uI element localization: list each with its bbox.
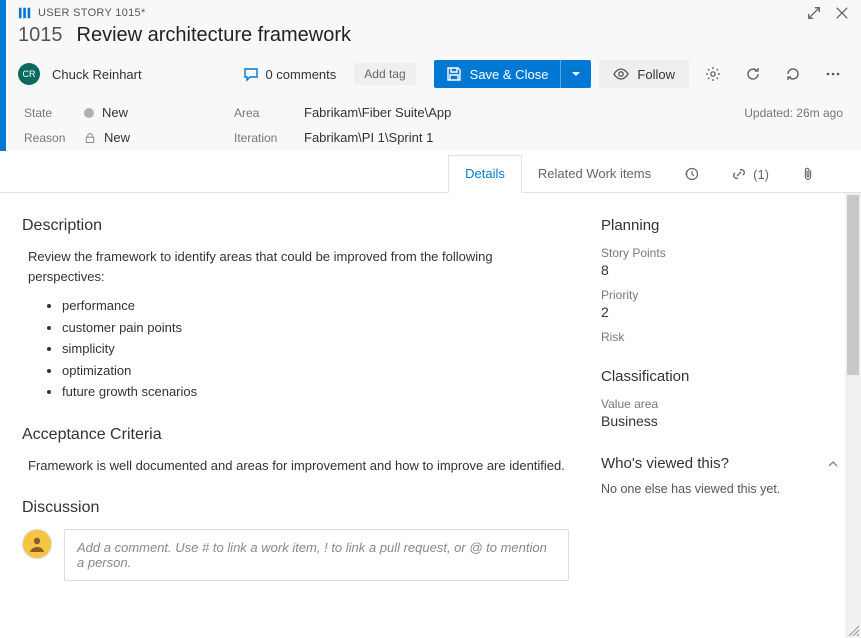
- tab-history[interactable]: [667, 155, 715, 192]
- discussion-input[interactable]: Add a comment. Use # to link a work item…: [64, 529, 569, 581]
- work-item-title[interactable]: Review architecture framework: [77, 24, 352, 47]
- settings-icon[interactable]: [697, 59, 729, 89]
- assignee-avatar[interactable]: CR: [18, 63, 40, 85]
- tab-related[interactable]: Related Work items: [522, 155, 667, 192]
- scrollbar[interactable]: [845, 193, 861, 638]
- chevron-up-icon[interactable]: [827, 458, 839, 470]
- priority-value[interactable]: 2: [601, 304, 839, 320]
- work-item-type-icon: [18, 6, 32, 20]
- acceptance-heading: Acceptance Criteria: [22, 426, 569, 444]
- updated-label: Updated: 26m ago: [744, 106, 843, 120]
- work-item-id: 1015: [18, 24, 63, 47]
- follow-label: Follow: [637, 67, 675, 82]
- desc-bullet: future growth scenarios: [62, 382, 569, 402]
- save-dropdown-caret[interactable]: [560, 60, 591, 88]
- comments-button[interactable]: 0 comments: [243, 66, 336, 82]
- refresh-icon[interactable]: [737, 59, 769, 89]
- description-intro: Review the framework to identify areas t…: [28, 247, 569, 286]
- acceptance-text[interactable]: Framework is well documented and areas f…: [22, 456, 569, 476]
- classification-heading: Classification: [601, 368, 839, 385]
- undo-icon[interactable]: [777, 59, 809, 89]
- fullscreen-icon[interactable]: [807, 6, 821, 20]
- planning-heading: Planning: [601, 217, 839, 234]
- tabs-bar: Details Related Work items (1): [0, 155, 861, 193]
- discussion-heading: Discussion: [22, 499, 569, 517]
- value-area-label: Value area: [601, 397, 839, 411]
- iteration-value[interactable]: Fabrikam\PI 1\Sprint 1: [304, 130, 744, 145]
- iteration-label: Iteration: [234, 131, 304, 145]
- links-count: (1): [753, 167, 769, 182]
- reason-value[interactable]: New: [84, 130, 234, 145]
- state-value[interactable]: New: [84, 105, 234, 120]
- add-tag-button[interactable]: Add tag: [354, 63, 415, 85]
- state-dot-icon: [84, 108, 94, 118]
- priority-label: Priority: [601, 288, 839, 302]
- desc-bullet: simplicity: [62, 339, 569, 359]
- story-points-value[interactable]: 8: [601, 262, 839, 278]
- viewed-text: No one else has viewed this yet.: [601, 482, 839, 496]
- desc-bullet: performance: [62, 296, 569, 316]
- description-heading: Description: [22, 217, 569, 235]
- reason-label: Reason: [24, 131, 84, 145]
- titlebar: USER STORY 1015*: [6, 0, 861, 22]
- tab-links[interactable]: (1): [715, 155, 785, 192]
- viewed-heading[interactable]: Who's viewed this?: [601, 455, 729, 472]
- assignee-name[interactable]: Chuck Reinhart: [52, 67, 142, 82]
- state-label: State: [24, 106, 84, 120]
- follow-button[interactable]: Follow: [599, 60, 689, 88]
- save-close-label: Save & Close: [470, 67, 549, 82]
- scroll-thumb[interactable]: [847, 195, 859, 375]
- resize-grip-icon[interactable]: [847, 624, 859, 636]
- description-body[interactable]: Review the framework to identify areas t…: [22, 247, 569, 402]
- lock-icon: [84, 132, 96, 144]
- comments-count: 0 comments: [265, 67, 336, 82]
- area-label: Area: [234, 106, 304, 120]
- tab-attachments[interactable]: [785, 155, 831, 192]
- current-user-avatar: [22, 529, 52, 559]
- risk-label: Risk: [601, 330, 839, 344]
- desc-bullet: optimization: [62, 361, 569, 381]
- value-area-value[interactable]: Business: [601, 413, 839, 429]
- desc-bullet: customer pain points: [62, 318, 569, 338]
- story-points-label: Story Points: [601, 246, 839, 260]
- close-icon[interactable]: [835, 6, 849, 20]
- more-icon[interactable]: [817, 59, 849, 89]
- save-close-button[interactable]: Save & Close: [434, 60, 592, 88]
- work-item-type-label: USER STORY 1015*: [38, 7, 793, 19]
- area-value[interactable]: Fabrikam\Fiber Suite\App: [304, 105, 744, 120]
- tab-details[interactable]: Details: [448, 155, 522, 193]
